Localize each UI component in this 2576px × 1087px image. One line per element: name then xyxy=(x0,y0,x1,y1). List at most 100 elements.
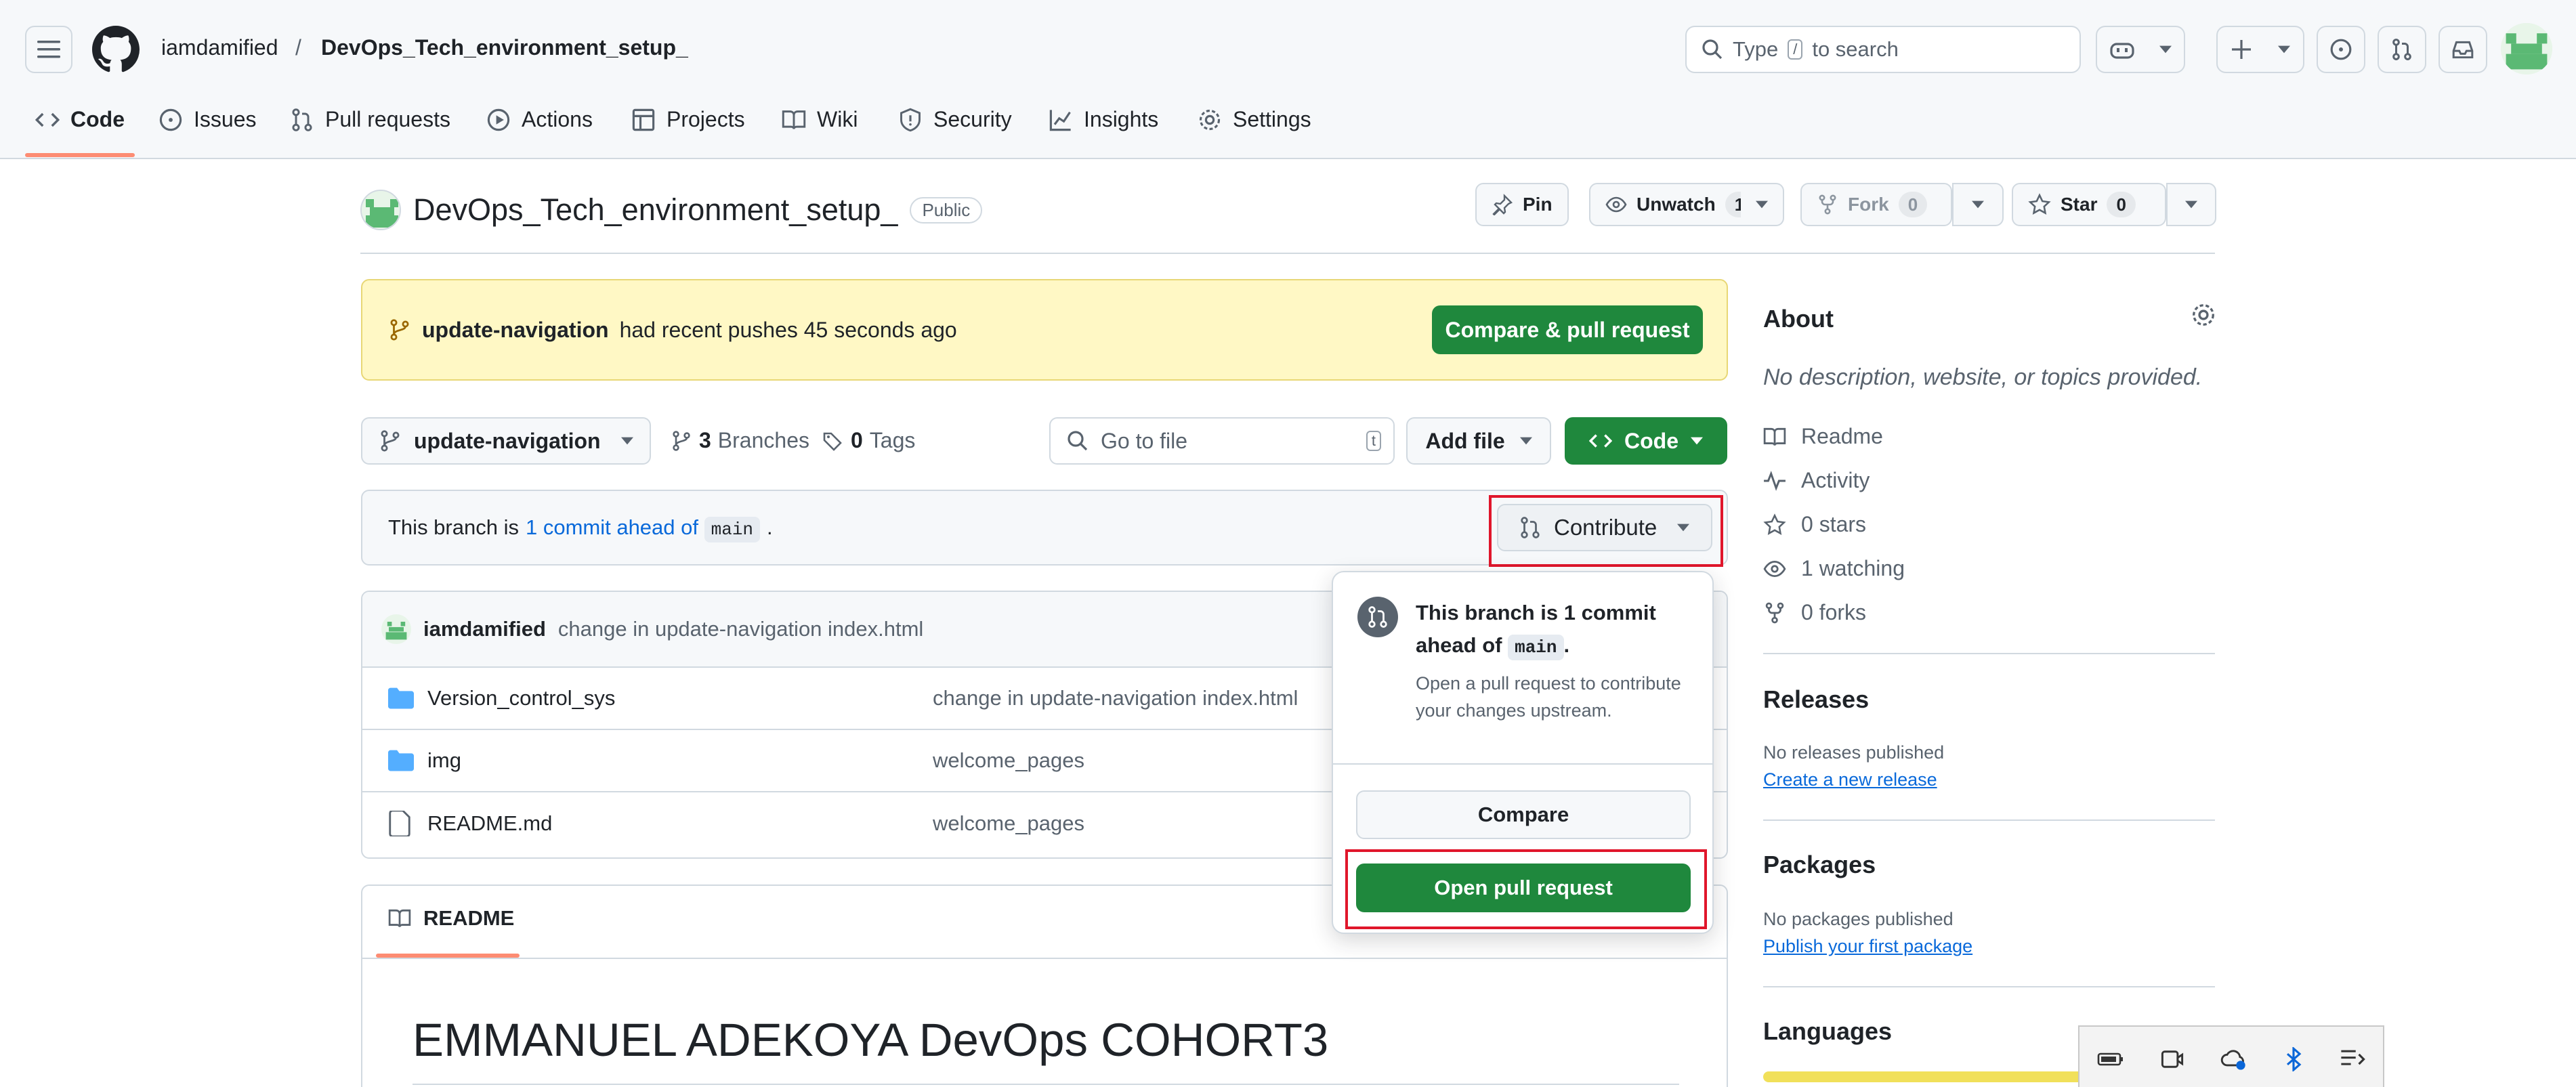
eye-icon xyxy=(1605,196,1627,213)
fork-button[interactable]: Fork 0 xyxy=(1800,183,1952,226)
visibility-badge: Public xyxy=(910,196,983,223)
go-to-file-input[interactable]: Go to file t xyxy=(1049,417,1395,465)
packages-title[interactable]: Packages xyxy=(1763,851,1876,879)
chevron-down-icon xyxy=(2278,45,2290,54)
banner-branch: update-navigation xyxy=(422,317,609,342)
activity-link[interactable]: Activity xyxy=(1763,468,1870,493)
cloud-sync-icon[interactable] xyxy=(2220,1047,2247,1071)
file-name[interactable]: README.md xyxy=(427,811,552,836)
identicon-icon xyxy=(2501,23,2552,74)
pull-requests-button[interactable] xyxy=(2378,26,2426,73)
repo-owner-avatar xyxy=(360,190,401,230)
table-icon xyxy=(632,108,655,131)
repo-name[interactable]: DevOps_Tech_environment_setup_ xyxy=(413,192,898,228)
compare-button[interactable]: Compare xyxy=(1356,790,1691,839)
tab-settings[interactable]: Settings xyxy=(1198,107,1311,132)
tags-label: Tags xyxy=(869,428,916,452)
issues-button[interactable] xyxy=(2317,26,2365,73)
forks-link[interactable]: 0 forks xyxy=(1763,600,1866,625)
book-icon xyxy=(782,110,806,129)
bluetooth-icon[interactable] xyxy=(2283,1047,2304,1071)
branch-name: update-navigation xyxy=(414,428,601,453)
forks-link-label: 0 forks xyxy=(1801,600,1867,624)
fork-dropdown[interactable] xyxy=(1952,183,2004,226)
pin-button[interactable]: Pin xyxy=(1475,183,1569,226)
tags-link[interactable]: 0 Tags xyxy=(822,428,915,453)
code-button[interactable]: Code xyxy=(1565,417,1727,465)
branch-icon xyxy=(390,319,409,341)
tab-code[interactable]: Code xyxy=(35,107,125,132)
fork-count: 0 xyxy=(1898,192,1928,217)
search-input[interactable]: Type / to search xyxy=(1685,26,2081,73)
star-dropdown[interactable] xyxy=(2166,183,2216,226)
readme-tab[interactable]: README xyxy=(388,906,514,931)
github-logo-icon[interactable] xyxy=(92,26,140,73)
pull-request-icon xyxy=(2392,39,2411,60)
commit-author[interactable]: iamdamified xyxy=(423,617,546,641)
user-avatar[interactable] xyxy=(2501,23,2552,74)
create-new-button[interactable] xyxy=(2216,26,2304,73)
pull-request-icon xyxy=(1357,597,1398,637)
star-button[interactable]: Star 0 xyxy=(2012,183,2166,226)
notification-icon[interactable] xyxy=(2340,1048,2365,1071)
tab-insights[interactable]: Insights xyxy=(1049,107,1158,132)
tab-label: Code xyxy=(70,107,125,131)
chevron-down-icon xyxy=(2159,45,2172,54)
readme-link-label: Readme xyxy=(1801,424,1883,448)
pin-label: Pin xyxy=(1523,194,1553,215)
branches-link[interactable]: 3 Branches xyxy=(671,428,809,453)
chevron-down-icon xyxy=(1756,200,1768,209)
readme-link[interactable]: Readme xyxy=(1763,424,1883,449)
file-commit-message[interactable]: change in update-navigation index.html xyxy=(933,686,1298,710)
divider xyxy=(1763,653,2215,654)
popover-description: Open a pull request to contribute your c… xyxy=(1416,673,1681,721)
battery-icon[interactable] xyxy=(2097,1049,2124,1069)
file-name[interactable]: Version_control_sys xyxy=(427,686,615,710)
releases-title[interactable]: Releases xyxy=(1763,685,1869,714)
watch-dropdown[interactable] xyxy=(1741,183,1784,226)
pulse-icon xyxy=(1764,470,1786,491)
branch-status-prefix: This branch is xyxy=(388,515,519,539)
file-commit-message[interactable]: welcome_pages xyxy=(933,748,1084,773)
watching-link[interactable]: 1 watching xyxy=(1763,556,1905,581)
tab-issues[interactable]: Issues xyxy=(159,107,256,132)
stars-link-label: 0 stars xyxy=(1801,512,1867,536)
branch-icon xyxy=(673,430,690,451)
star-count: 0 xyxy=(2107,192,2136,217)
compare-pull-request-button[interactable]: Compare & pull request xyxy=(1432,305,1703,354)
play-icon xyxy=(487,108,510,131)
menu-button[interactable] xyxy=(25,26,72,73)
commit-message[interactable]: change in update-navigation index.html xyxy=(558,617,923,641)
tab-wiki[interactable]: Wiki xyxy=(782,107,858,132)
publish-package-link[interactable]: Publish your first package xyxy=(1763,936,1972,957)
copilot-button[interactable] xyxy=(2096,26,2185,73)
file-name[interactable]: img xyxy=(427,748,461,773)
inbox-button[interactable] xyxy=(2438,26,2487,73)
tab-label: Projects xyxy=(667,107,745,131)
file-commit-message[interactable]: welcome_pages xyxy=(933,811,1084,836)
tab-label: Wiki xyxy=(817,107,858,131)
commits-ahead-link[interactable]: 1 commit ahead of main xyxy=(526,515,761,542)
highlight-contribute xyxy=(1489,495,1723,567)
go-to-file-placeholder: Go to file xyxy=(1101,428,1188,453)
branch-selector[interactable]: update-navigation xyxy=(361,417,651,465)
owner-link[interactable]: iamdamified xyxy=(161,35,278,60)
book-icon xyxy=(388,909,411,927)
tab-actions[interactable]: Actions xyxy=(486,107,593,132)
branch-status-suffix: . xyxy=(767,515,773,539)
tab-security[interactable]: Security xyxy=(898,107,1012,132)
inbox-icon xyxy=(2452,41,2474,59)
author-avatar-icon[interactable] xyxy=(381,614,411,644)
create-release-link[interactable]: Create a new release xyxy=(1763,769,1937,790)
breadcrumb-separator: / xyxy=(295,35,301,60)
repo-link[interactable]: DevOps_Tech_environment_setup_ xyxy=(321,35,688,60)
stars-link[interactable]: 0 stars xyxy=(1763,512,1866,537)
tab-projects[interactable]: Projects xyxy=(631,107,745,132)
releases-text: No releases published xyxy=(1763,742,1945,763)
gear-icon[interactable] xyxy=(2191,302,2216,328)
tab-pull-requests[interactable]: Pull requests xyxy=(290,107,450,132)
add-file-button[interactable]: Add file xyxy=(1406,417,1551,465)
gear-icon xyxy=(1199,109,1221,130)
video-call-icon[interactable] xyxy=(2160,1047,2184,1071)
tab-label: Insights xyxy=(1084,107,1159,131)
